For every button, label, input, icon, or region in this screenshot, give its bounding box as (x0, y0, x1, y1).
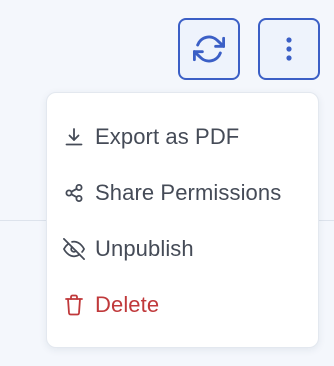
menu-item-label: Share Permissions (95, 180, 282, 205)
actions-dropdown-menu: Export as PDF Share Permissions Unpublis… (46, 92, 319, 348)
menu-item-label: Unpublish (95, 236, 194, 261)
refresh-button[interactable] (178, 18, 240, 80)
eye-off-icon (63, 238, 85, 260)
more-options-button[interactable] (258, 18, 320, 80)
menu-item-label: Delete (95, 292, 160, 317)
refresh-icon (193, 35, 225, 63)
menu-item-unpublish[interactable]: Unpublish (63, 229, 194, 269)
menu-item-delete[interactable]: Delete (63, 285, 159, 325)
download-icon (63, 126, 85, 148)
more-vertical-icon (286, 37, 292, 61)
trash-icon (63, 294, 85, 316)
share-icon (63, 182, 85, 204)
menu-item-export-pdf[interactable]: Export as PDF (63, 117, 239, 157)
menu-item-label: Export as PDF (95, 124, 240, 149)
menu-item-share-permissions[interactable]: Share Permissions (63, 173, 281, 213)
